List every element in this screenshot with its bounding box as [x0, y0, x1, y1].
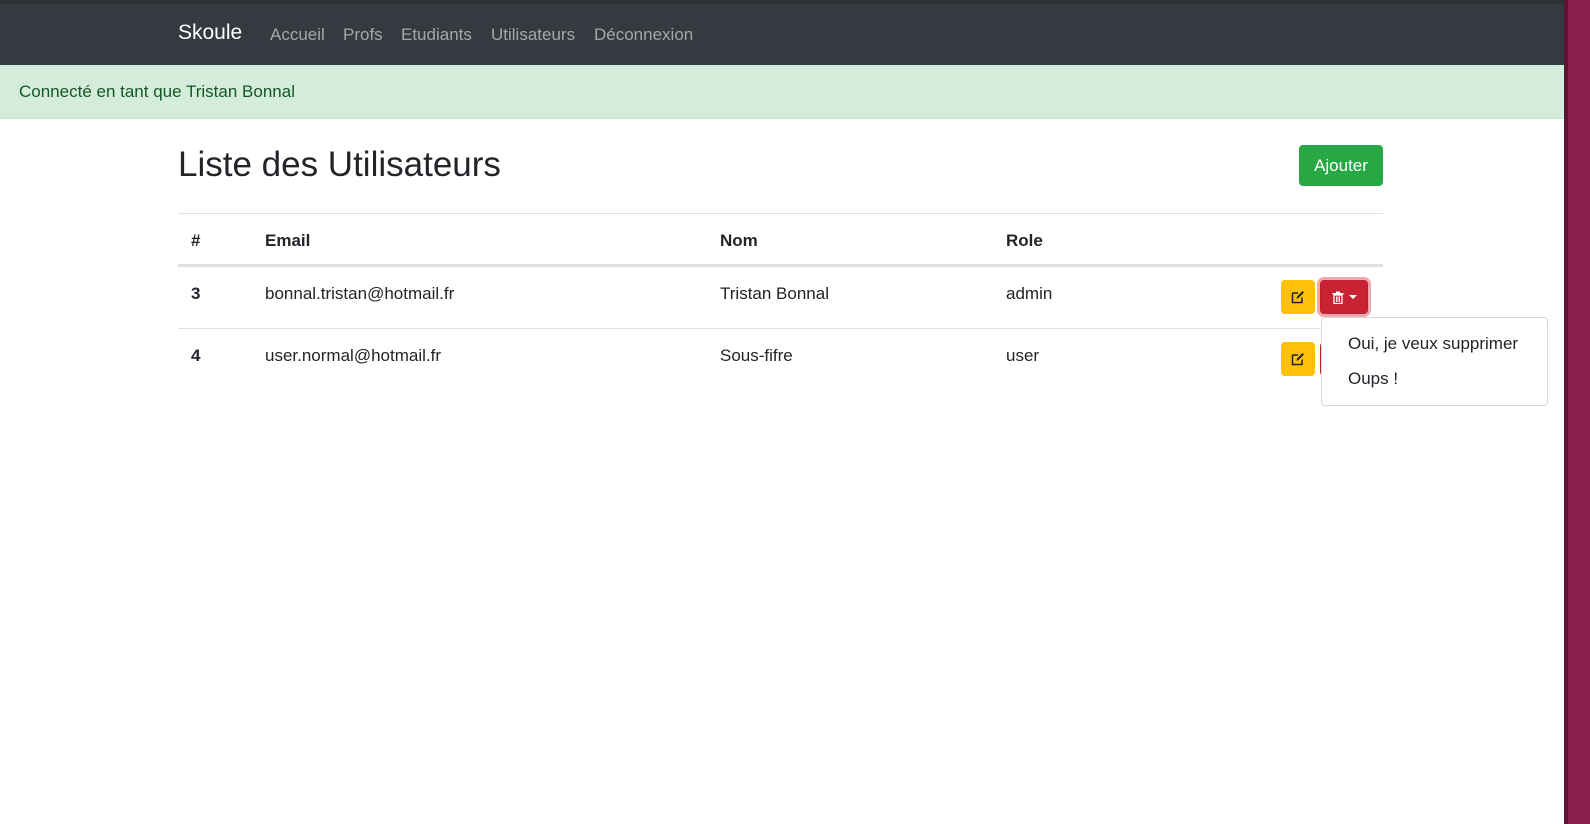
- column-header-nom: Nom: [720, 231, 758, 250]
- table-row: 4 user.normal@hotmail.fr Sous-fifre user: [178, 328, 1383, 389]
- edit-button[interactable]: [1281, 342, 1315, 376]
- row-id: 4: [191, 346, 201, 365]
- cancel-delete-item[interactable]: Oups !: [1348, 369, 1398, 389]
- edit-button[interactable]: [1281, 280, 1315, 314]
- column-header-email: Email: [265, 231, 311, 250]
- trash-icon: [1332, 291, 1343, 304]
- table-header-row: # Email Nom Role: [178, 213, 1383, 267]
- desktop-background-edge: [1564, 0, 1590, 824]
- nav-link-etudiants[interactable]: Etudiants: [401, 25, 472, 45]
- confirm-delete-item[interactable]: Oui, je veux supprimer: [1348, 334, 1518, 354]
- add-user-button[interactable]: Ajouter: [1299, 145, 1383, 186]
- column-header-role: Role: [1006, 231, 1043, 250]
- row-nom: Tristan Bonnal: [720, 284, 829, 303]
- row-role: admin: [1006, 284, 1053, 303]
- nav-link-utilisateurs[interactable]: Utilisateurs: [491, 25, 575, 45]
- edit-icon: [1291, 291, 1304, 304]
- chevron-down-icon: [1348, 295, 1357, 299]
- table-row: 3 bonnal.tristan@hotmail.fr Tristan Bonn…: [178, 267, 1383, 328]
- navbar: Skoule Accueil Profs Etudiants Utilisate…: [0, 4, 1564, 65]
- login-alert: Connecté en tant que Tristan Bonnal: [0, 65, 1564, 119]
- nav-link-accueil[interactable]: Accueil: [270, 25, 325, 45]
- navbar-brand[interactable]: Skoule: [178, 21, 242, 45]
- row-email: bonnal.tristan@hotmail.fr: [265, 284, 455, 303]
- nav-link-deconnexion[interactable]: Déconnexion: [594, 25, 693, 45]
- edit-icon: [1291, 353, 1304, 366]
- row-email: user.normal@hotmail.fr: [265, 346, 441, 365]
- delete-confirm-dropdown: Oui, je veux supprimer Oups !: [1321, 317, 1548, 406]
- nav-link-profs[interactable]: Profs: [343, 25, 383, 45]
- login-alert-text: Connecté en tant que Tristan Bonnal: [19, 82, 295, 101]
- row-nom: Sous-fifre: [720, 346, 793, 365]
- page-title: Liste des Utilisateurs: [178, 145, 501, 184]
- column-header-id: #: [191, 231, 201, 250]
- users-table: # Email Nom Role 3 bonnal.tristan@hotmai…: [178, 213, 1383, 389]
- row-id: 3: [191, 284, 201, 303]
- row-role: user: [1006, 346, 1040, 365]
- delete-button[interactable]: [1320, 280, 1368, 314]
